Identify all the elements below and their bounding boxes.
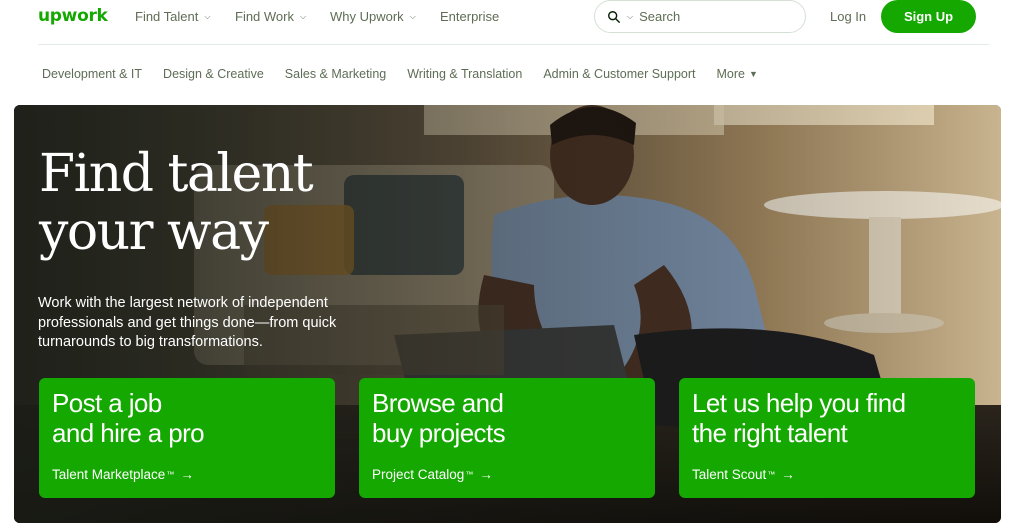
card-title: Browse and buy projects bbox=[372, 388, 506, 448]
signup-button[interactable]: Sign Up bbox=[881, 0, 976, 33]
card-link-label: Talent Marketplace bbox=[52, 467, 166, 482]
chevron-down-icon: ⌵ bbox=[204, 11, 211, 21]
nav-enterprise-label: Enterprise bbox=[440, 9, 500, 24]
trademark-mark: ™ bbox=[767, 470, 776, 479]
hero-banner: Find talent your way Work with the large… bbox=[14, 105, 1001, 523]
login-link[interactable]: Log In bbox=[830, 9, 866, 24]
arrow-right-icon: → bbox=[180, 467, 194, 482]
chevron-down-icon[interactable]: ⌵ bbox=[627, 12, 633, 22]
trademark-mark: ™ bbox=[465, 470, 474, 479]
category-sales-marketing[interactable]: Sales & Marketing bbox=[285, 67, 386, 81]
card-link-label: Project Catalog bbox=[372, 467, 465, 482]
nav-find-work-label: Find Work bbox=[235, 9, 294, 24]
category-admin-customer-support[interactable]: Admin & Customer Support bbox=[543, 67, 695, 81]
hero-title: Find talent your way bbox=[39, 144, 314, 262]
nav-enterprise[interactable]: Enterprise bbox=[440, 9, 499, 24]
nav-find-talent[interactable]: Find Talent ⌵ bbox=[135, 9, 210, 24]
nav-why-upwork[interactable]: Why Upwork ⌵ bbox=[330, 9, 416, 24]
search-input[interactable] bbox=[639, 9, 780, 24]
trademark-mark: ™ bbox=[166, 470, 175, 479]
nav-find-talent-label: Find Talent bbox=[135, 9, 199, 24]
card-link[interactable]: Talent Scout ™ → bbox=[692, 467, 795, 482]
search-icon bbox=[608, 10, 620, 23]
upwork-logo[interactable]: upwork bbox=[38, 6, 108, 26]
talent-scout-card[interactable]: Let us help you find the right talent Ta… bbox=[679, 378, 975, 498]
category-design-creative[interactable]: Design & Creative bbox=[163, 67, 264, 81]
category-writing-translation[interactable]: Writing & Translation bbox=[407, 67, 522, 81]
category-bar: Development & IT Design & Creative Sales… bbox=[42, 67, 758, 81]
card-title: Let us help you find the right talent bbox=[692, 388, 906, 448]
card-link[interactable]: Talent Marketplace ™ → bbox=[52, 467, 194, 482]
header-divider bbox=[38, 44, 989, 45]
post-job-card[interactable]: Post a job and hire a pro Talent Marketp… bbox=[39, 378, 335, 498]
chevron-down-icon: ⌵ bbox=[300, 11, 307, 21]
arrow-right-icon: → bbox=[479, 467, 493, 482]
caret-down-icon: ▼ bbox=[748, 69, 758, 79]
nav-why-upwork-label: Why Upwork bbox=[330, 9, 404, 24]
chevron-down-icon: ⌵ bbox=[409, 11, 416, 21]
top-navigation: upwork Find Talent ⌵ Find Work ⌵ Why Upw… bbox=[0, 0, 1024, 33]
card-link[interactable]: Project Catalog ™ → bbox=[372, 467, 493, 482]
category-development-it[interactable]: Development & IT bbox=[42, 67, 142, 81]
nav-find-work[interactable]: Find Work ⌵ bbox=[235, 9, 306, 24]
arrow-right-icon: → bbox=[781, 467, 795, 482]
card-link-label: Talent Scout bbox=[692, 467, 767, 482]
more-label: More bbox=[716, 67, 745, 81]
hero-subtitle: Work with the largest network of indepen… bbox=[38, 295, 337, 350]
browse-projects-card[interactable]: Browse and buy projects Project Catalog ™… bbox=[359, 378, 655, 498]
category-more-button[interactable]: More ▼ bbox=[717, 67, 758, 81]
card-title: Post a job and hire a pro bbox=[52, 388, 205, 448]
search-box[interactable]: ⌵ bbox=[594, 0, 806, 33]
